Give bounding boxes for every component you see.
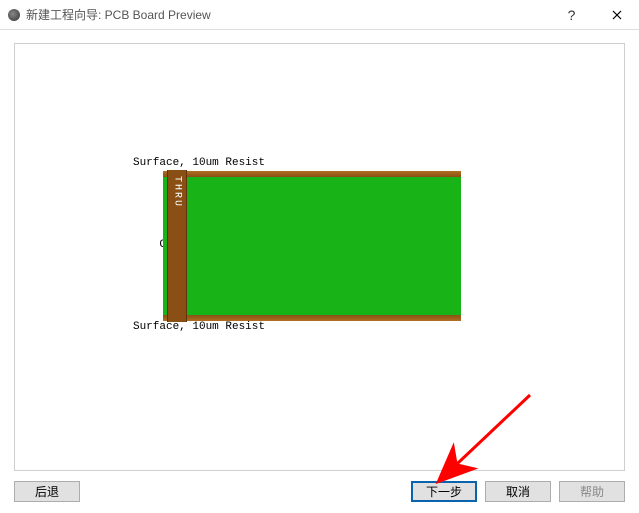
window-title: 新建工程向导: PCB Board Preview: [26, 6, 211, 23]
top-surface-label: Surface, 10um Resist: [133, 157, 265, 169]
via-label: THRU: [172, 176, 183, 208]
window-controls: ?: [549, 0, 639, 30]
titlebar: 新建工程向导: PCB Board Preview ?: [0, 0, 639, 30]
app-icon: [8, 9, 20, 21]
next-button[interactable]: 下一步: [411, 481, 477, 502]
button-bar: 后退 下一步 取消 帮助: [0, 481, 639, 513]
bottom-surface-label: Surface, 10um Resist: [133, 321, 265, 333]
back-button-label: 后退: [35, 483, 59, 500]
next-button-label: 下一步: [426, 483, 462, 500]
help-button[interactable]: ?: [549, 0, 594, 30]
close-icon: [612, 10, 622, 20]
close-button[interactable]: [594, 0, 639, 30]
help-dialog-button[interactable]: 帮助: [559, 481, 625, 502]
content-area: Surface, 10um Resist Core, 1.55mm FR4 Su…: [0, 30, 639, 481]
help-dialog-button-label: 帮助: [580, 483, 604, 500]
preview-panel: Surface, 10um Resist Core, 1.55mm FR4 Su…: [14, 43, 625, 471]
cancel-button-label: 取消: [506, 483, 530, 500]
back-button[interactable]: 后退: [14, 481, 80, 502]
board-preview: THRU: [163, 171, 461, 321]
cancel-button[interactable]: 取消: [485, 481, 551, 502]
bottom-copper-layer: [163, 315, 461, 321]
dialog-window: 新建工程向导: PCB Board Preview ? Surface, 10u…: [0, 0, 639, 513]
top-copper-layer: [163, 171, 461, 177]
thru-via: THRU: [167, 170, 187, 322]
